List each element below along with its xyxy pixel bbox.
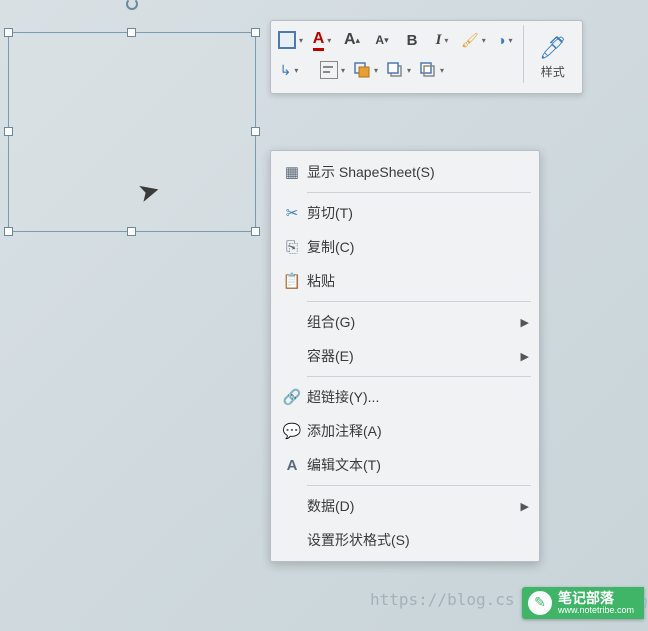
- menu-edit-text[interactable]: A 编辑文本(T): [271, 448, 539, 482]
- menu-data-label: 数据(D): [307, 496, 521, 516]
- resize-handle-top-left[interactable]: [4, 28, 13, 37]
- shapesheet-icon: ▦: [277, 163, 307, 181]
- drawing-canvas[interactable]: ➤: [8, 28, 256, 232]
- italic-icon: I: [436, 32, 442, 49]
- resize-handle-mid-right[interactable]: [251, 127, 260, 136]
- paste-icon: 📋: [277, 272, 307, 290]
- connector-icon: ↳: [280, 62, 292, 79]
- menu-edit-text-label: 编辑文本(T): [307, 455, 529, 475]
- resize-handle-bottom-left[interactable]: [4, 227, 13, 236]
- send-back-button[interactable]: [416, 55, 447, 85]
- position-button[interactable]: [350, 55, 381, 85]
- styles-label: 样式: [541, 63, 565, 80]
- style-box-icon: [278, 31, 296, 49]
- font-color-a-icon: A: [313, 30, 325, 51]
- watermark-pen-icon: ✎: [528, 591, 552, 615]
- decrease-font-button[interactable]: A▾: [368, 25, 396, 55]
- edit-text-icon: A: [277, 457, 307, 474]
- menu-add-comment-label: 添加注释(A): [307, 421, 529, 441]
- menu-copy-label: 复制(C): [307, 237, 529, 257]
- mini-toolbar: A A▴ A▾ B I 🖌 ◑: [270, 20, 583, 94]
- menu-paste[interactable]: 📋 粘贴: [271, 264, 539, 298]
- menu-paste-label: 粘贴: [307, 271, 529, 291]
- menu-container[interactable]: 容器(E) ▶: [271, 339, 539, 373]
- menu-cut-label: 剪切(T): [307, 203, 529, 223]
- menu-separator: [307, 192, 531, 193]
- menu-show-shapesheet[interactable]: ▦ 显示 ShapeSheet(S): [271, 155, 539, 189]
- increase-font-icon: A: [344, 31, 356, 49]
- menu-separator: [307, 376, 531, 377]
- submenu-arrow-icon: ▶: [521, 316, 529, 329]
- menu-hyperlink[interactable]: 🔗 超链接(Y)...: [271, 380, 539, 414]
- shape-fill-icon: ◑: [497, 32, 505, 48]
- align-button[interactable]: [317, 55, 348, 85]
- menu-group[interactable]: 组合(G) ▶: [271, 305, 539, 339]
- watermark-title: 笔记部落: [558, 591, 634, 606]
- comment-icon: 💬: [277, 422, 307, 440]
- watermark-badge: ✎ 笔记部落 www.notetribe.com: [522, 587, 644, 619]
- menu-show-shapesheet-label: 显示 ShapeSheet(S): [307, 162, 529, 182]
- menu-cut[interactable]: ✂ 剪切(T): [271, 196, 539, 230]
- resize-handle-top-mid[interactable]: [127, 28, 136, 37]
- copy-icon: ⎘: [277, 239, 307, 256]
- watermark-blog-url: https://blog.cs: [370, 590, 515, 609]
- menu-separator: [307, 301, 531, 302]
- format-painter-icon: 🖌: [461, 32, 479, 49]
- increase-font-button[interactable]: A▴: [338, 25, 366, 55]
- align-icon: [320, 61, 338, 79]
- shape-fill-button[interactable]: ◑: [491, 25, 519, 55]
- bring-front-button[interactable]: [383, 55, 414, 85]
- decrease-font-icon: A: [375, 33, 384, 47]
- shape-style-gallery[interactable]: [275, 25, 306, 55]
- menu-group-label: 组合(G): [307, 312, 521, 332]
- connector-button[interactable]: ↳: [275, 55, 303, 85]
- selected-rectangle-shape[interactable]: [8, 32, 256, 232]
- menu-format-shape[interactable]: 设置形状格式(S): [271, 523, 539, 557]
- bold-icon: B: [407, 32, 418, 49]
- menu-format-shape-label: 设置形状格式(S): [307, 530, 529, 550]
- styles-brush-icon: 🖊: [539, 35, 567, 61]
- resize-handle-bottom-right[interactable]: [251, 227, 260, 236]
- menu-copy[interactable]: ⎘ 复制(C): [271, 230, 539, 264]
- styles-button[interactable]: 🖊 样式: [528, 25, 578, 89]
- rotate-handle[interactable]: [126, 0, 138, 10]
- watermark-url: www.notetribe.com: [558, 606, 634, 615]
- menu-add-comment[interactable]: 💬 添加注释(A): [271, 414, 539, 448]
- resize-handle-mid-left[interactable]: [4, 127, 13, 136]
- menu-separator: [307, 485, 531, 486]
- menu-hyperlink-label: 超链接(Y)...: [307, 387, 529, 407]
- resize-handle-bottom-mid[interactable]: [127, 227, 136, 236]
- italic-button[interactable]: I: [428, 25, 456, 55]
- font-color-button[interactable]: A: [308, 25, 336, 55]
- hyperlink-icon: 🔗: [277, 388, 307, 406]
- menu-container-label: 容器(E): [307, 346, 521, 366]
- bold-button[interactable]: B: [398, 25, 426, 55]
- position-icon: [353, 61, 371, 79]
- submenu-arrow-icon: ▶: [521, 500, 529, 513]
- menu-data[interactable]: 数据(D) ▶: [271, 489, 539, 523]
- resize-handle-top-right[interactable]: [251, 28, 260, 37]
- format-painter-button[interactable]: 🖌: [458, 25, 489, 55]
- shape-context-menu: ▦ 显示 ShapeSheet(S) ✂ 剪切(T) ⎘ 复制(C) 📋 粘贴 …: [270, 150, 540, 562]
- send-back-icon: [419, 61, 437, 79]
- submenu-arrow-icon: ▶: [521, 350, 529, 363]
- bring-front-icon: [386, 61, 404, 79]
- scissors-icon: ✂: [277, 204, 307, 222]
- toolbar-separator: [523, 25, 524, 83]
